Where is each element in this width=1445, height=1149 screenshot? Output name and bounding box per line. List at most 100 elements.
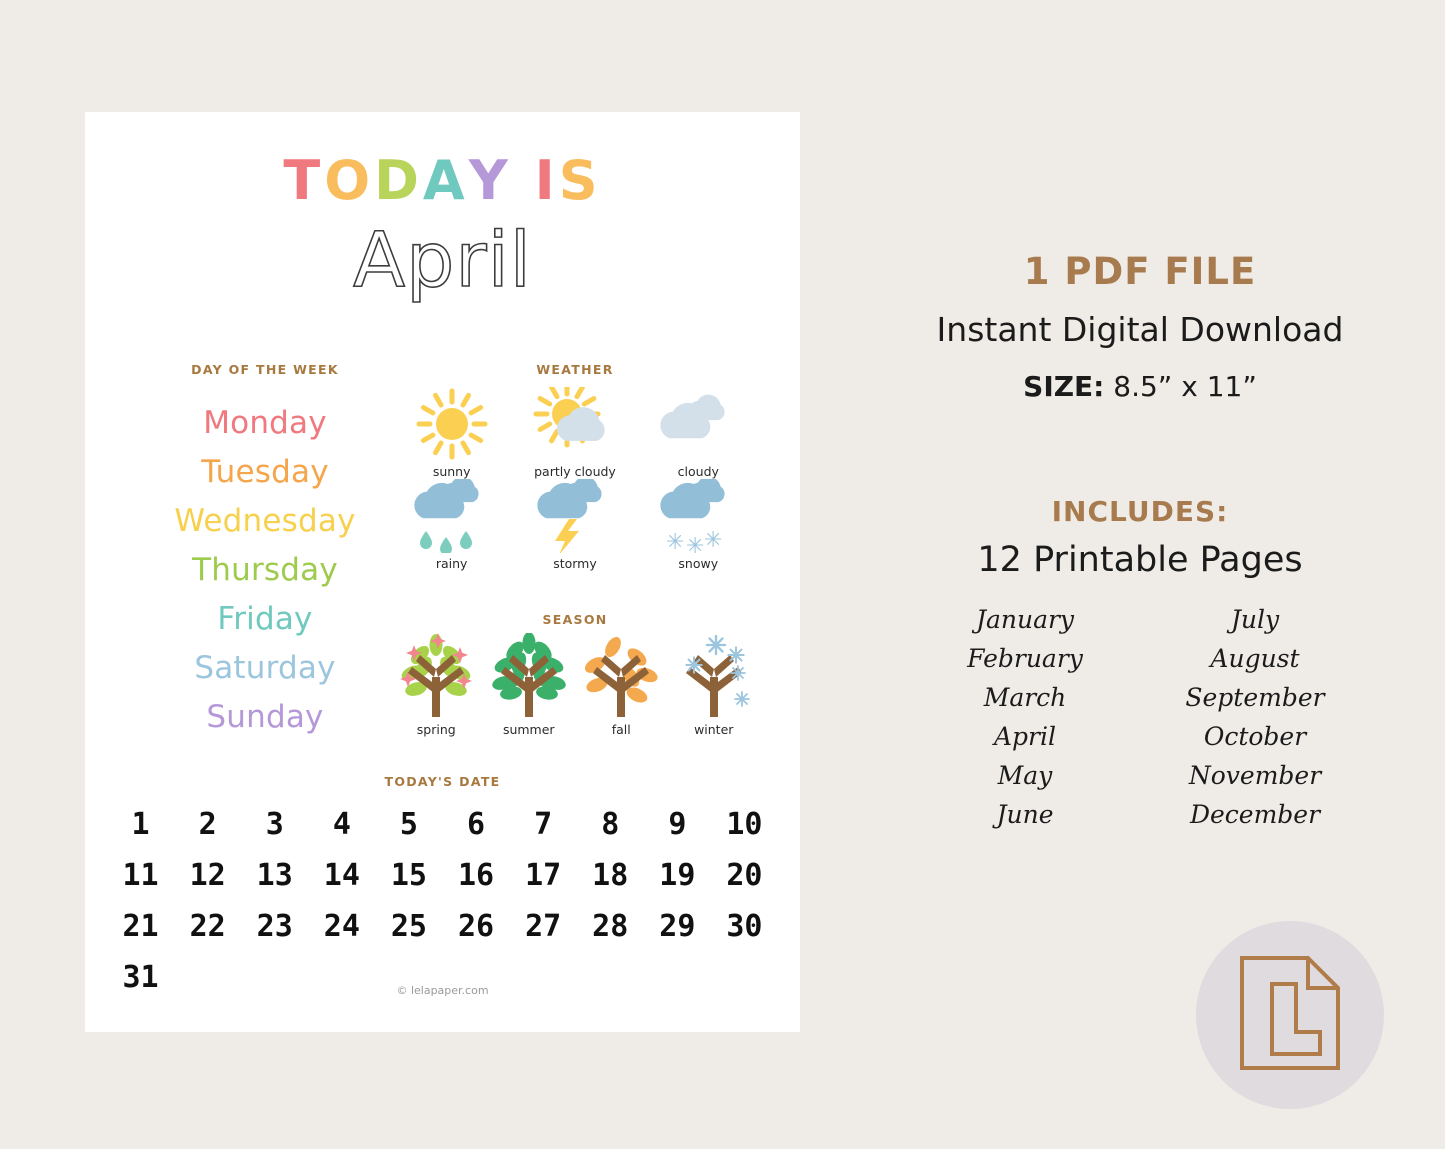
date-number[interactable]: 15 xyxy=(375,858,442,893)
title-letter: D xyxy=(374,149,423,212)
spring-tree-icon xyxy=(394,633,478,719)
date-number[interactable]: 27 xyxy=(510,909,577,944)
season-heading: SEASON xyxy=(542,612,608,627)
date-number[interactable]: 3 xyxy=(241,807,308,842)
day-of-week-item[interactable]: Tuesday xyxy=(140,448,390,497)
month-list-item: July xyxy=(1230,605,1280,634)
weather-option[interactable]: partly cloudy xyxy=(513,387,636,479)
weather-heading: WEATHER xyxy=(536,362,614,377)
date-number[interactable]: 9 xyxy=(644,807,711,842)
day-of-week-item[interactable]: Monday xyxy=(140,399,390,448)
date-number[interactable]: 14 xyxy=(308,858,375,893)
date-number[interactable]: 6 xyxy=(442,807,509,842)
title-letter: I xyxy=(534,149,559,212)
date-number[interactable]: 28 xyxy=(577,909,644,944)
title-letter: O xyxy=(324,149,375,212)
month-list-item: October xyxy=(1203,722,1307,751)
season-label: winter xyxy=(694,722,734,737)
day-of-week-item[interactable]: Thursday xyxy=(140,546,390,595)
day-of-week-list: Monday Tuesday Wednesday Thursday Friday Satu… xyxy=(140,399,390,742)
date-number[interactable]: 26 xyxy=(442,909,509,944)
day-of-week-item[interactable]: Saturday xyxy=(140,644,390,693)
credit-text: © lelapaper.com xyxy=(396,984,489,997)
weather-option[interactable]: sunny xyxy=(390,387,513,479)
date-number[interactable]: 10 xyxy=(711,807,778,842)
month-title: April xyxy=(352,215,532,304)
month-list-item: April xyxy=(994,722,1056,751)
weather-label: cloudy xyxy=(677,464,719,479)
weather-label: sunny xyxy=(432,464,471,479)
season-option[interactable]: winter xyxy=(668,634,761,737)
day-of-week-heading: DAY OF THE WEEK xyxy=(191,362,339,377)
season-option[interactable]: summer xyxy=(483,633,576,737)
size-label-prefix: SIZE: xyxy=(1023,370,1105,403)
date-number[interactable]: 19 xyxy=(644,858,711,893)
month-list-item: September xyxy=(1185,683,1325,712)
title-letter: A xyxy=(422,149,469,212)
includes-heading: INCLUDES: xyxy=(1051,495,1229,528)
season-option[interactable]: fall xyxy=(575,635,668,737)
summer-tree-icon xyxy=(487,633,571,719)
svg-text:✳: ✳ xyxy=(666,530,684,553)
date-number[interactable]: 2 xyxy=(174,807,241,842)
weather-icon-grid: sunny partly cloudy cloudy rainy stormy ✳ ✳ ✳ sn… xyxy=(390,387,760,571)
date-number[interactable]: 24 xyxy=(308,909,375,944)
date-number[interactable]: 20 xyxy=(711,858,778,893)
season-label: fall xyxy=(611,722,631,737)
svg-text:✳: ✳ xyxy=(704,528,722,553)
date-number[interactable]: 5 xyxy=(375,807,442,842)
date-number[interactable]: 7 xyxy=(510,807,577,842)
sun-icon xyxy=(415,387,489,461)
weather-label: rainy xyxy=(435,556,468,571)
rain-cloud-icon xyxy=(406,479,498,553)
date-number[interactable]: 17 xyxy=(510,858,577,893)
svg-text:✳: ✳ xyxy=(686,534,704,553)
date-number[interactable]: 11 xyxy=(107,858,174,893)
page-title: TODAY IS xyxy=(85,154,800,208)
weather-option[interactable]: stormy xyxy=(513,479,636,571)
month-list-item: January xyxy=(975,605,1075,634)
weather-label: snowy xyxy=(678,556,719,571)
sun-behind-cloud-icon xyxy=(533,387,617,461)
title-letter xyxy=(512,154,535,208)
month-list-item: June xyxy=(996,800,1054,829)
title-letter: T xyxy=(283,149,325,212)
title-letter: Y xyxy=(468,149,512,212)
fall-tree-icon xyxy=(579,635,663,719)
weather-label: partly cloudy xyxy=(534,464,616,479)
month-list-item: March xyxy=(983,683,1067,712)
weather-option[interactable]: rainy xyxy=(390,479,513,571)
date-number[interactable]: 23 xyxy=(241,909,308,944)
date-number[interactable]: 29 xyxy=(644,909,711,944)
todays-date-heading: TODAY'S DATE xyxy=(384,774,501,789)
day-of-week-item[interactable]: Friday xyxy=(140,595,390,644)
size-label: SIZE: 8.5” x 11” xyxy=(880,370,1400,403)
season-option[interactable]: spring xyxy=(390,633,483,737)
day-of-week-section: DAY OF THE WEEK Monday Tuesday Wednesday Th… xyxy=(140,362,390,742)
title-letter: S xyxy=(558,149,602,212)
printable-pages-count: 12 Printable Pages xyxy=(977,540,1303,580)
date-number[interactable]: 25 xyxy=(375,909,442,944)
date-number[interactable]: 30 xyxy=(711,909,778,944)
date-number[interactable]: 22 xyxy=(174,909,241,944)
date-number[interactable]: 4 xyxy=(308,807,375,842)
weather-section: WEATHER sunny partly cloudy cloudy rainy sto… xyxy=(390,362,760,571)
day-of-week-item[interactable]: Wednesday xyxy=(140,497,390,546)
season-label: spring xyxy=(416,722,456,737)
date-number[interactable]: 13 xyxy=(241,858,308,893)
month-list-item: February xyxy=(967,644,1083,673)
month-list: January July February August March September A… xyxy=(910,605,1370,829)
day-of-week-item[interactable]: Sunday xyxy=(140,693,390,742)
date-number[interactable]: 8 xyxy=(577,807,644,842)
date-number[interactable]: 21 xyxy=(107,909,174,944)
snow-cloud-icon: ✳ ✳ ✳ xyxy=(652,479,744,553)
weather-option[interactable]: cloudy xyxy=(637,387,760,479)
date-number[interactable]: 12 xyxy=(174,858,241,893)
instant-download-label: Instant Digital Download xyxy=(936,310,1344,349)
pdf-file-label: 1 PDF FILE xyxy=(1023,250,1257,293)
date-number[interactable]: 1 xyxy=(107,807,174,842)
date-number[interactable]: 16 xyxy=(442,858,509,893)
date-number[interactable]: 18 xyxy=(577,858,644,893)
weather-option[interactable]: ✳ ✳ ✳ snowy xyxy=(637,479,760,571)
printable-sheet: TODAY IS April DAY OF THE WEEK Monday Tue… xyxy=(85,112,800,1032)
